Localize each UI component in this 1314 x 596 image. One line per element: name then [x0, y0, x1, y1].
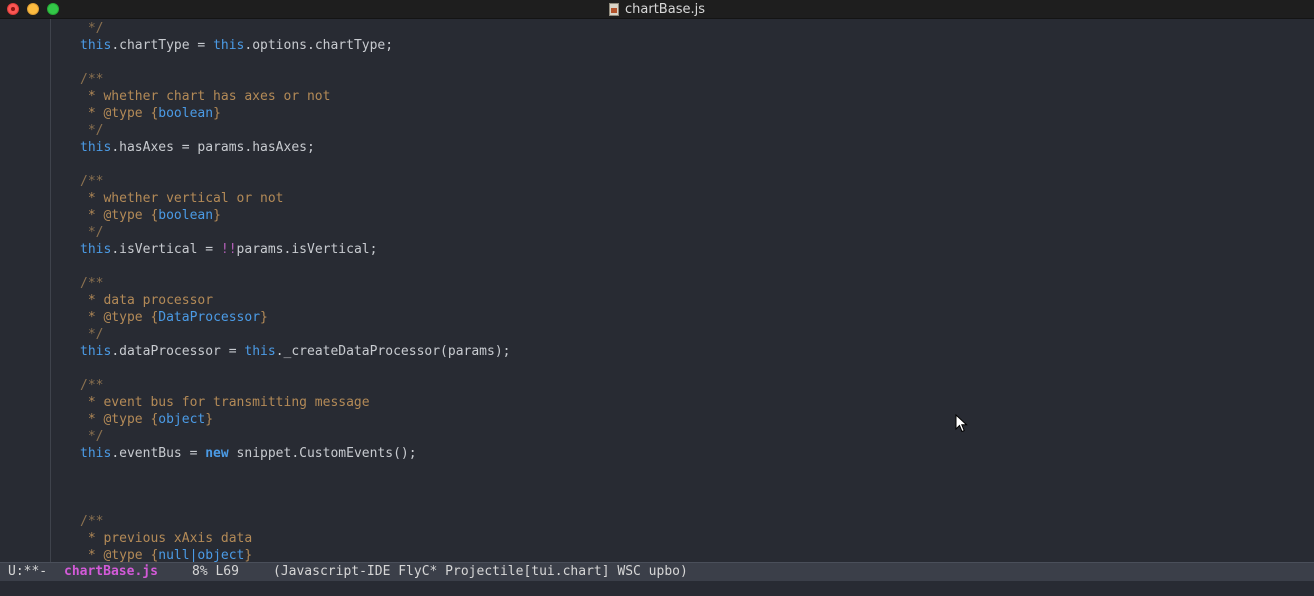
mode-line: U:**- chartBase.js 8% L69 (Javascript-ID…	[0, 562, 1314, 581]
window-title: chartBase.js	[0, 0, 1314, 19]
code-line: * whether chart has axes or not	[80, 89, 331, 104]
window-title-text: chartBase.js	[625, 2, 705, 17]
modeline-buffer-name[interactable]: chartBase.js	[64, 563, 158, 581]
title-bar: chartBase.js	[0, 0, 1314, 19]
code-line: * whether vertical or not	[80, 191, 284, 206]
code-line: * @type {DataProcessor}	[80, 310, 268, 325]
code-line: /**	[80, 72, 104, 87]
code-line: * event bus for transmitting message	[80, 395, 370, 410]
emacs-window: chartBase.js */ this.chartType = this.op…	[0, 0, 1314, 596]
code-line: /**	[80, 378, 104, 393]
code-line: * @type {boolean}	[80, 208, 221, 223]
mouse-pointer-icon	[955, 414, 968, 433]
code-line: this.dataProcessor = this._createDataPro…	[80, 344, 511, 359]
modeline-position: 8% L69	[192, 564, 239, 579]
code-line: this.chartType = this.options.chartType;	[80, 38, 394, 53]
code-line: this.isVertical = !!params.isVertical;	[80, 242, 378, 257]
code-editor[interactable]: */ this.chartType = this.options.chartTy…	[0, 19, 1314, 562]
code-line: this.eventBus = new snippet.CustomEvents…	[80, 446, 417, 461]
code-line: */	[80, 429, 104, 444]
code-line: * @type {object}	[80, 412, 214, 427]
code-line: * previous xAxis data	[80, 531, 253, 546]
minibuffer[interactable]	[0, 581, 1314, 596]
modeline-modes[interactable]: (Javascript-IDE FlyC* Projectile[tui.cha…	[273, 563, 688, 581]
code-line: * @type {boolean}	[80, 106, 221, 121]
code-line: */	[80, 225, 104, 240]
code-line: */	[80, 21, 104, 36]
code-line: * @type {null|object}	[80, 548, 253, 562]
modeline-status: U:**-	[8, 564, 48, 579]
code-line: this.hasAxes = params.hasAxes;	[80, 140, 315, 155]
code-line: * data processor	[80, 293, 214, 308]
code-line: /**	[80, 276, 104, 291]
document-icon	[609, 3, 620, 16]
code-line: */	[80, 123, 104, 138]
code-line: /**	[80, 174, 104, 189]
code-line: /**	[80, 514, 104, 529]
code-line: */	[80, 327, 104, 342]
